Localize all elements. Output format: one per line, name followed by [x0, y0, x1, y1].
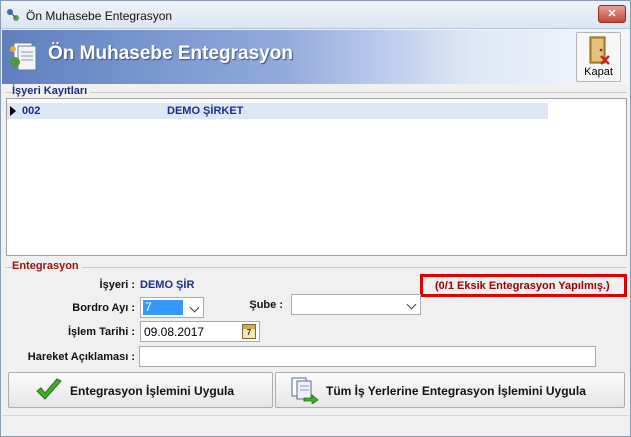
employer-code-cell: 002 — [22, 105, 41, 117]
apply-integration-label: Entegrasyon İşlemini Uygula — [70, 384, 235, 398]
header-banner: Ön Muhasebe Entegrasyon Kapat — [2, 30, 629, 84]
window-close-button[interactable]: ✕ — [598, 5, 626, 23]
title-bar: Ön Muhasebe Entegrasyon ✕ — [1, 1, 630, 29]
integration-label: Entegrasyon — [12, 260, 82, 272]
employer-value: DEMO ŞİR — [140, 279, 195, 291]
status-bar — [2, 415, 629, 436]
document-transfer-icon — [291, 377, 319, 404]
employer-records-label: İşyeri Kayıtları — [12, 85, 91, 97]
transaction-date-value: 09.08.2017 — [144, 325, 205, 339]
description-input[interactable] — [139, 346, 596, 367]
checkmark-icon — [36, 378, 62, 400]
employer-records-group — [6, 92, 627, 93]
app-icon — [7, 9, 19, 21]
apply-all-integration-label: Tüm İş Yerlerine Entegrasyon İşlemini Uy… — [326, 384, 586, 398]
close-form-label: Kapat — [584, 66, 613, 78]
transaction-date-label: İşlem Tarihi : — [67, 326, 135, 338]
calendar-day: 7 — [246, 328, 252, 337]
window-title: Ön Muhasebe Entegrasyon — [26, 9, 173, 23]
payroll-month-label: Bordro Ayı : — [72, 302, 135, 314]
integration-status-box: (0/1 Eksik Entegrasyon Yapılmış.) — [420, 274, 627, 297]
branch-select[interactable] — [291, 294, 421, 315]
payroll-month-value: 7 — [143, 300, 183, 315]
close-icon: ✕ — [607, 8, 617, 20]
employer-label: İşyeri : — [99, 279, 135, 291]
exit-door-icon — [589, 36, 610, 65]
employer-name-cell: DEMO ŞİRKET — [167, 105, 244, 117]
table-row[interactable]: 002 DEMO ŞİRKET — [7, 103, 548, 119]
calendar-icon[interactable]: 7 — [242, 324, 256, 339]
chevron-down-icon — [189, 302, 200, 313]
employer-records-grid[interactable]: 002 DEMO ŞİRKET — [6, 98, 627, 256]
header-title: Ön Muhasebe Entegrasyon — [48, 43, 293, 64]
branch-label: Şube : — [249, 299, 283, 311]
row-selector-icon — [10, 106, 16, 116]
chevron-down-icon — [406, 299, 417, 310]
integration-status-text: (0/1 Eksik Entegrasyon Yapılmış.) — [435, 280, 610, 292]
close-form-button[interactable]: Kapat — [576, 32, 621, 82]
integration-group — [6, 267, 627, 268]
apply-integration-button[interactable]: Entegrasyon İşlemini Uygula — [8, 372, 273, 408]
description-label: Hareket Açıklaması : — [27, 351, 135, 363]
apply-all-integration-button[interactable]: Tüm İş Yerlerine Entegrasyon İşlemini Uy… — [275, 372, 625, 408]
document-stack-icon — [10, 42, 37, 71]
payroll-month-select[interactable]: 7 — [140, 297, 204, 318]
main-window: Ön Muhasebe Entegrasyon ✕ Ön Muhasebe En… — [0, 0, 631, 437]
transaction-date-field[interactable]: 09.08.2017 7 — [140, 321, 260, 342]
